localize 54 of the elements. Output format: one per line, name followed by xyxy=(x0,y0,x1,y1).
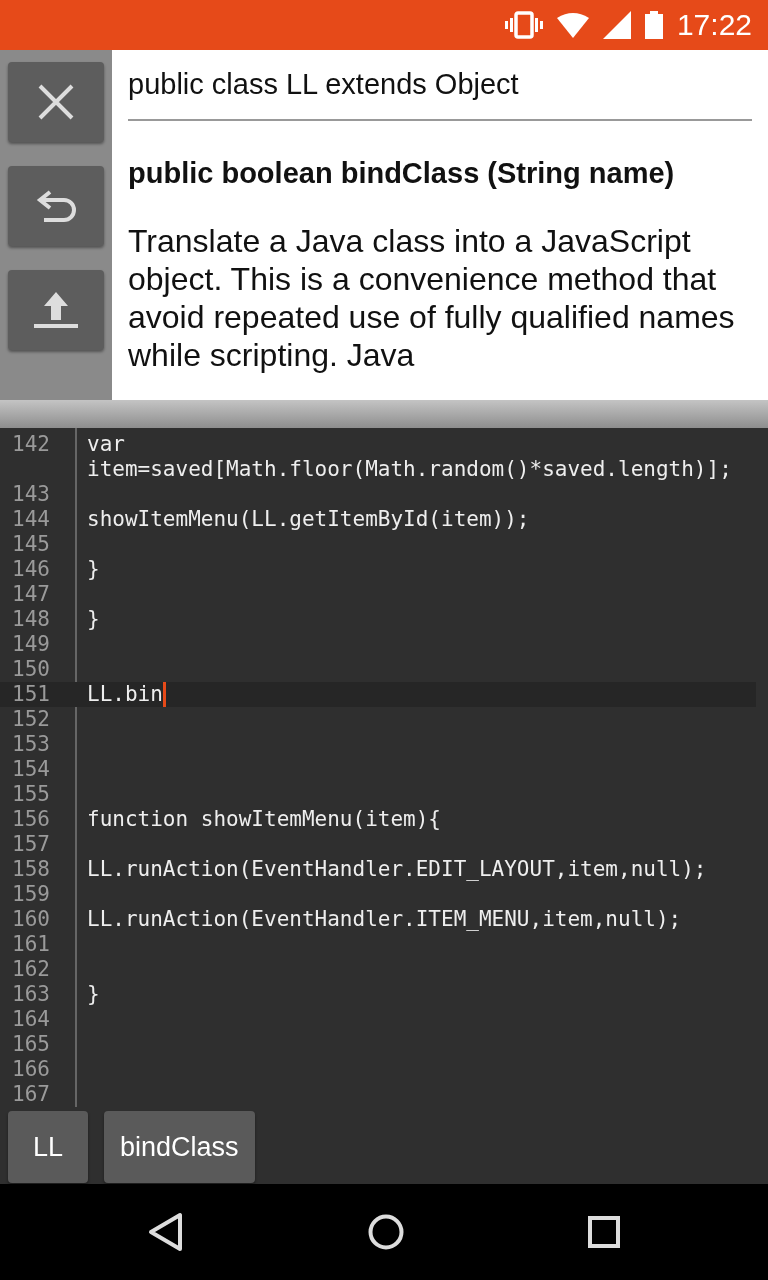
line-number: 151 xyxy=(11,682,51,707)
suggestion-chip[interactable]: LL xyxy=(8,1111,88,1183)
line-number: 165 xyxy=(11,1032,51,1057)
back-icon[interactable] xyxy=(148,1212,184,1252)
text-cursor xyxy=(162,682,166,707)
line-number: 148 xyxy=(11,607,51,632)
code-line: function showItemMenu(item){ xyxy=(87,807,441,832)
code-line: var item=saved[Math.floor(Math.random()*saved.length)]; xyxy=(87,432,733,482)
line-number: 156 xyxy=(11,807,51,832)
line-number: 164 xyxy=(11,1007,51,1032)
method-description: Translate a Java class into a JavaScript object. This is a convenience method that avoid repeated use of fully qualified names while scripting. Java xyxy=(128,222,736,374)
line-number: 147 xyxy=(11,582,51,607)
recents-icon[interactable] xyxy=(588,1216,620,1248)
line-number: 166 xyxy=(11,1057,51,1082)
signal-icon xyxy=(602,11,631,39)
line-number: 153 xyxy=(11,732,51,757)
line-number: 143 xyxy=(11,482,51,507)
vibrate-icon xyxy=(504,11,543,39)
line-number: 154 xyxy=(11,757,51,782)
line-number: 152 xyxy=(11,707,51,732)
upload-button[interactable] xyxy=(8,270,104,350)
line-number: 167 xyxy=(11,1082,51,1107)
line-number: 158 xyxy=(11,857,51,882)
line-number: 145 xyxy=(11,532,51,557)
clock-time: 17:22 xyxy=(676,8,752,42)
undo-button[interactable] xyxy=(8,166,104,246)
close-icon xyxy=(37,83,75,121)
code-line: showItemMenu(LL.getItemById(item)); xyxy=(87,507,530,532)
line-number: 142 xyxy=(11,432,51,458)
class-signature: public class LL extends Object xyxy=(128,50,752,121)
code-line: } xyxy=(87,982,100,1007)
line-number: 161 xyxy=(11,932,51,957)
upload-icon xyxy=(32,290,80,330)
code-line: LL.bin xyxy=(87,682,163,707)
suggestion-chip[interactable]: bindClass xyxy=(104,1111,255,1183)
line-number: 157 xyxy=(11,832,51,857)
code-line: LL.runAction(EventHandler.ITEM_MENU,item,null); xyxy=(87,907,682,932)
line-number: 146 xyxy=(11,557,51,582)
home-icon[interactable] xyxy=(368,1214,404,1250)
line-number: 163 xyxy=(11,982,51,1007)
close-button[interactable] xyxy=(8,62,104,142)
battery-icon xyxy=(644,11,663,39)
code-line: } xyxy=(87,607,100,632)
line-number: 150 xyxy=(11,657,51,682)
code-line: } xyxy=(87,557,100,582)
method-signature: public boolean bindClass (String name) xyxy=(128,157,676,190)
line-number: 144 xyxy=(11,507,51,532)
line-number: 159 xyxy=(11,882,51,907)
line-number: 149 xyxy=(11,632,51,657)
line-number: 162 xyxy=(11,957,51,982)
line-number: 155 xyxy=(11,782,51,807)
code-line: LL.runAction(EventHandler.EDIT_LAYOUT,item,null); xyxy=(87,857,707,882)
wifi-icon xyxy=(556,12,589,38)
line-number: 160 xyxy=(11,907,51,932)
